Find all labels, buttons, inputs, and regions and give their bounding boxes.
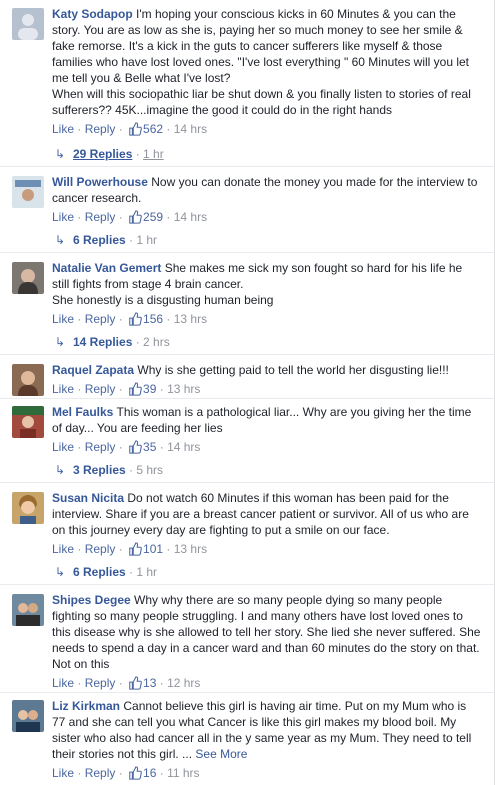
thumbs-up-icon (129, 440, 142, 454)
comment-time[interactable]: 13 hrs (174, 542, 207, 556)
comment-author[interactable]: Will Powerhouse (52, 175, 148, 189)
comment-text: This woman is a pathological liar... Why… (52, 405, 475, 435)
reply-link[interactable]: Reply (85, 542, 116, 556)
reply-arrow-icon: ↳ (55, 335, 66, 349)
view-replies-link[interactable]: ↳ 29 Replies · 1 hr (55, 146, 164, 162)
thumbs-up-icon (129, 122, 142, 136)
avatar[interactable] (12, 594, 44, 626)
divider (0, 252, 494, 253)
comment-actions: Like · Reply · 562 · 14 hrs (52, 122, 208, 136)
divider (0, 692, 494, 693)
like-link[interactable]: Like (52, 766, 74, 780)
comment-actions: Like · Reply · 16 · 11 hrs (52, 766, 200, 780)
comment-time[interactable]: 14 hrs (174, 210, 207, 224)
comment-time[interactable]: 11 hrs (167, 766, 199, 780)
like-link[interactable]: Like (52, 312, 74, 326)
avatar[interactable] (12, 492, 44, 524)
reply-link[interactable]: Reply (85, 676, 116, 690)
avatar[interactable] (12, 700, 44, 732)
reply-arrow-icon: ↳ (55, 147, 66, 161)
comment-author[interactable]: Natalie Van Gemert (52, 261, 161, 275)
comment-time[interactable]: 13 hrs (167, 382, 200, 396)
comment-time[interactable]: 13 hrs (174, 312, 207, 326)
like-link[interactable]: Like (52, 676, 74, 690)
see-more-link[interactable]: See More (195, 747, 247, 761)
avatar[interactable] (12, 262, 44, 294)
divider (0, 482, 494, 483)
reply-link[interactable]: Reply (85, 440, 116, 454)
thumbs-up-icon (129, 542, 142, 556)
comment-actions: Like · Reply · 259 · 14 hrs (52, 210, 208, 224)
comment-author[interactable]: Liz Kirkman (52, 699, 120, 713)
divider (0, 166, 494, 167)
reply-arrow-icon: ↳ (55, 565, 66, 579)
reply-link[interactable]: Reply (85, 766, 116, 780)
view-replies-link[interactable]: ↳ 6 Replies · 1 hr (55, 564, 157, 580)
reply-link[interactable]: Reply (85, 122, 116, 136)
like-link[interactable]: Like (52, 440, 74, 454)
reply-arrow-icon: ↳ (55, 463, 66, 477)
avatar[interactable] (12, 406, 44, 438)
comment-author[interactable]: Mel Faulks (52, 405, 113, 419)
view-replies-link[interactable]: ↳ 3 Replies · 5 hrs (55, 462, 163, 478)
comment-actions: Like · Reply · 156 · 13 hrs (52, 312, 208, 326)
like-count[interactable]: 35 (126, 440, 156, 454)
thumbs-up-icon (129, 312, 142, 326)
view-replies-link[interactable]: ↳ 14 Replies · 2 hrs (55, 334, 170, 350)
reply-link[interactable]: Reply (85, 210, 116, 224)
like-count[interactable]: 101 (126, 542, 163, 556)
like-link[interactable]: Like (52, 210, 74, 224)
avatar[interactable] (12, 364, 44, 396)
avatar[interactable] (12, 8, 44, 40)
reply-link[interactable]: Reply (85, 382, 116, 396)
comment-time[interactable]: 14 hrs (167, 440, 200, 454)
comment-text: Why is she getting paid to tell the worl… (137, 363, 449, 377)
like-link[interactable]: Like (52, 122, 74, 136)
thumbs-up-icon (129, 382, 142, 396)
comment-author[interactable]: Susan Nicita (52, 491, 124, 505)
thumbs-up-icon (129, 210, 142, 224)
reply-arrow-icon: ↳ (55, 233, 66, 247)
view-replies-link[interactable]: ↳ 6 Replies · 1 hr (55, 232, 157, 248)
like-count[interactable]: 39 (126, 382, 156, 396)
like-count[interactable]: 16 (126, 766, 156, 780)
divider (0, 584, 494, 585)
comment-author[interactable]: Katy Sodapop (52, 7, 133, 21)
comment-time[interactable]: 14 hrs (174, 122, 207, 136)
thumbs-up-icon (129, 676, 142, 690)
comment-actions: Like · Reply · 39 · 13 hrs (52, 382, 201, 396)
like-count[interactable]: 562 (126, 122, 163, 136)
thumbs-up-icon (129, 766, 142, 780)
comment-author[interactable]: Raquel Zapata (52, 363, 134, 377)
comment-time[interactable]: 12 hrs (167, 676, 200, 690)
comment-feed: Katy Sodapop I'm hoping your conscious k… (0, 0, 495, 785)
comment-author[interactable]: Shipes Degee (52, 593, 131, 607)
like-link[interactable]: Like (52, 542, 74, 556)
reply-link[interactable]: Reply (85, 312, 116, 326)
like-link[interactable]: Like (52, 382, 74, 396)
divider (0, 398, 494, 399)
comment-text: I'm hoping your conscious kicks in 60 Mi… (52, 7, 471, 117)
like-count[interactable]: 13 (126, 676, 156, 690)
comment-actions: Like · Reply · 13 · 12 hrs (52, 676, 201, 690)
like-count[interactable]: 259 (126, 210, 163, 224)
divider (0, 354, 494, 355)
comment-actions: Like · Reply · 101 · 13 hrs (52, 542, 208, 556)
like-count[interactable]: 156 (126, 312, 163, 326)
comment-actions: Like · Reply · 35 · 14 hrs (52, 440, 201, 454)
avatar[interactable] (12, 176, 44, 208)
